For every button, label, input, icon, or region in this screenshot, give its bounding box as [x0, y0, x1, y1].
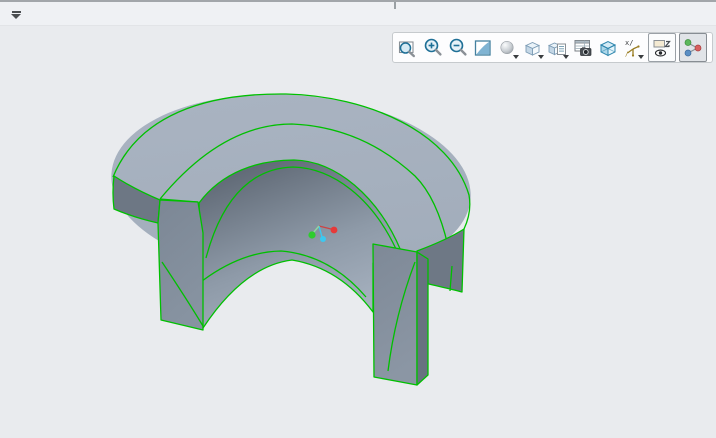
spin-center-red-ball [331, 227, 338, 234]
perspective-view-button[interactable] [595, 34, 620, 61]
table-camera-icon [572, 37, 594, 59]
spin-center-green-ball [308, 231, 315, 238]
svg-text:x/: x/ [625, 39, 633, 47]
display-style-button[interactable] [495, 34, 520, 61]
spin-center-blue-ball [320, 236, 326, 242]
saved-orientations-button[interactable] [520, 34, 545, 61]
refit-button[interactable] [395, 34, 420, 61]
annotation-display-toggle[interactable] [648, 33, 676, 62]
zoom-out-icon [447, 37, 469, 59]
repaint-button[interactable] [470, 34, 495, 61]
ribbon-collapsed-bar [0, 0, 716, 26]
app-window: x/ / [0, 0, 716, 438]
zoom-in-button[interactable] [420, 34, 445, 61]
repaint-icon [472, 37, 494, 59]
zoom-out-button[interactable] [445, 34, 470, 61]
ribbon-expand-control[interactable] [8, 8, 24, 22]
chevron-bar [12, 11, 21, 13]
right-leg-front-face [373, 244, 417, 385]
image-capture-button[interactable] [570, 34, 595, 61]
chevron-down-icon [11, 14, 21, 19]
window-sash-tick[interactable] [394, 2, 396, 9]
zoom-in-icon [422, 37, 444, 59]
view-manager-button[interactable] [545, 34, 570, 61]
right-leg-side-face [417, 252, 428, 385]
dropdown-caret-icon[interactable] [638, 55, 644, 59]
3d-model-canvas [0, 26, 716, 438]
glass-cube-icon [597, 37, 619, 59]
spin-center-icon [682, 37, 704, 59]
refit-magnifier-icon [397, 37, 419, 59]
graphics-toolbar: x/ / [392, 32, 713, 63]
3d-model-part[interactable] [105, 83, 477, 395]
graphics-area[interactable] [0, 26, 716, 438]
dropdown-caret-icon[interactable] [563, 55, 569, 59]
annotation-eye-icon [651, 37, 673, 59]
dropdown-caret-icon[interactable] [513, 55, 519, 59]
datum-display-button[interactable]: x/ / [620, 34, 645, 61]
svg-text:/: / [625, 51, 629, 58]
dropdown-caret-icon[interactable] [538, 55, 544, 59]
spin-center-toggle[interactable] [679, 33, 707, 62]
